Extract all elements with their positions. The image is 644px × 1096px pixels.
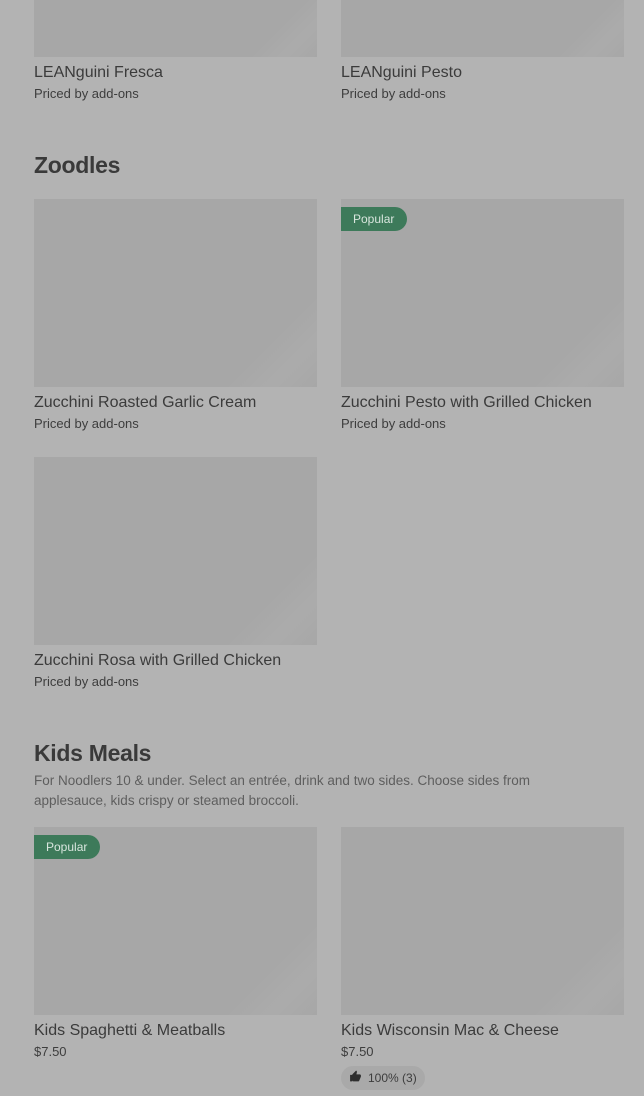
item-name: LEANguini Pesto (341, 64, 462, 81)
item-name: Zucchini Pesto with Grilled Chicken (341, 394, 592, 411)
menu-item-card[interactable]: Popular Zucchini Pesto with Grilled Chic… (341, 199, 624, 432)
item-image: Popular (34, 827, 317, 1015)
item-name: Kids Wisconsin Mac & Cheese (341, 1022, 559, 1039)
menu-item-card[interactable]: LEANguini Fresca Priced by add-ons (34, 0, 317, 102)
menu-item-card[interactable]: Zucchini Roasted Garlic Cream Priced by … (34, 199, 317, 432)
menu-item-card[interactable]: Popular Kids Spaghetti & Meatballs $7.50 (34, 827, 317, 1060)
item-image (341, 827, 624, 1015)
item-image (34, 199, 317, 387)
item-price: Priced by add-ons (34, 86, 139, 101)
item-price: Priced by add-ons (341, 416, 446, 431)
item-price: $7.50 (34, 1044, 67, 1059)
item-name: Zucchini Roasted Garlic Cream (34, 394, 257, 411)
menu-item-card[interactable]: Zucchini Rosa with Grilled Chicken Price… (34, 457, 317, 690)
item-image (34, 457, 317, 645)
item-price: Priced by add-ons (34, 416, 139, 431)
popular-badge: Popular (34, 835, 101, 859)
menu-item-card[interactable]: LEANguini Pesto Priced by add-ons (341, 0, 624, 102)
item-image (341, 0, 624, 57)
rating-text: 100% (3) (368, 1071, 417, 1085)
item-name: LEANguini Fresca (34, 64, 163, 81)
item-name: Kids Spaghetti & Meatballs (34, 1022, 226, 1039)
item-price: $7.50 (341, 1044, 374, 1059)
section-description: For Noodlers 10 & under. Select an entré… (34, 773, 531, 808)
item-price: Priced by add-ons (34, 674, 139, 689)
item-image: Popular (341, 199, 624, 387)
rating-badge: 100% (3) (341, 1066, 425, 1090)
menu-item-card[interactable]: Kids Wisconsin Mac & Cheese $7.50 100% (… (341, 827, 624, 1090)
section-title-kids-meals: Kids Meals (34, 740, 152, 766)
item-image (34, 0, 317, 57)
section-title-zoodles: Zoodles (34, 152, 121, 178)
item-price: Priced by add-ons (341, 86, 446, 101)
thumbs-up-icon (349, 1070, 362, 1086)
item-name: Zucchini Rosa with Grilled Chicken (34, 652, 282, 669)
popular-badge: Popular (341, 207, 408, 231)
